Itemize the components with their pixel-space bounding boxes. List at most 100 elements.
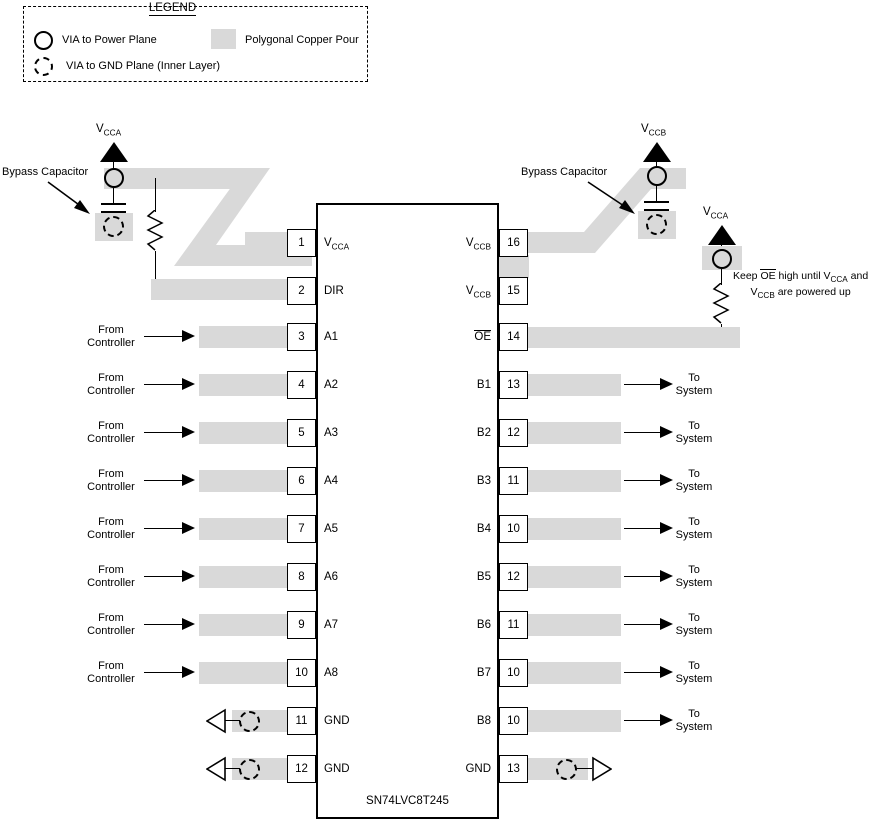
vcca-arrow-pullup (708, 225, 736, 245)
pin-number-box-right-11-B6: 11 (499, 611, 528, 639)
signal-line-B4 (624, 528, 664, 530)
via-gnd-plane-pin-11 (239, 711, 260, 732)
pin-number-box-right-10-B7: 10 (499, 659, 528, 687)
pin-number-box-left-5: 5 (287, 419, 316, 447)
ic-part-number: SN74LVC8T245 (366, 795, 449, 807)
bypass-capacitor-callout-left: Bypass Capacitor (2, 166, 89, 178)
pin-number-box-left-1: 1 (287, 229, 316, 257)
pin-label-left-V: VCCA (324, 237, 350, 252)
copper-pour-trace-B7 (528, 662, 621, 684)
pin-label-left-A2: A2 (324, 379, 339, 391)
copper-pour-trace-B2 (528, 422, 621, 444)
pin-label-left-GND: GND (324, 715, 350, 727)
dir-resistor-icon (146, 210, 164, 251)
cap-lead-top-right (656, 186, 658, 201)
signal-line-A3 (144, 432, 186, 434)
cap-lead-top-left (113, 188, 115, 203)
pin-number-box-right-12-B2: 12 (499, 419, 528, 447)
signal-line-B8 (624, 720, 664, 722)
via-power-plane-icon (34, 31, 53, 50)
signal-line-A5 (144, 528, 186, 530)
signal-arrow-A3 (182, 426, 195, 438)
pin-label-left-A3: A3 (324, 427, 339, 439)
pin-number-box-left-7: 7 (287, 515, 316, 543)
copper-pour-trace-B5 (528, 566, 621, 588)
bypass-callout-arrow-right (587, 181, 635, 214)
signal-arrow-A2 (182, 378, 195, 390)
pin-number-box-right-13-B1: 13 (499, 371, 528, 399)
io-label-to-system-B8: To System (675, 708, 713, 733)
pin-number-box-left-6: 6 (287, 467, 316, 495)
copper-pour-trace-B8 (528, 710, 621, 732)
signal-arrow-A7 (182, 618, 195, 630)
via-power-plane-vccb-right (647, 166, 667, 186)
copper-pour-trace-A4 (199, 470, 287, 492)
io-label-from-controller-A7: From Controller (87, 612, 135, 637)
gnd-open-arrow-left-11 (206, 708, 226, 734)
pin-label-left-A8: A8 (324, 667, 339, 679)
pin-number-box-left-11: 11 (287, 707, 316, 735)
signal-line-A7 (144, 624, 186, 626)
io-label-from-controller-A1: From Controller (87, 324, 135, 349)
signal-line-B2 (624, 432, 664, 434)
pin-label-right-GND: GND (465, 763, 491, 775)
pin-number-box-right-12-B5: 12 (499, 563, 528, 591)
pin-label-right-OE: OE (474, 329, 491, 343)
pin-number-box-left-12: 12 (287, 755, 316, 783)
legend-item-power-via-label: VIA to Power Plane (62, 34, 157, 46)
oe-note-line2: VCCB are powered up (750, 286, 851, 301)
io-label-from-controller-A2: From Controller (87, 372, 135, 397)
copper-pour-trace-A5 (199, 518, 287, 540)
pin-number-box-left-2: 2 (287, 277, 316, 305)
signal-line-A4 (144, 480, 186, 482)
pin-label-right-B1: B1 (476, 379, 491, 391)
bypass-callout-arrow-left (47, 181, 90, 214)
io-label-from-controller-A3: From Controller (87, 420, 135, 445)
pin-number-box-left-3: 3 (287, 323, 316, 351)
io-label-to-system-B7: To System (675, 660, 713, 685)
pin-label-left-A6: A6 (324, 571, 339, 583)
pin-number-box-right-16-V: 16 (499, 229, 528, 257)
pin-label-right-B2: B2 (476, 427, 491, 439)
signal-line-A1 (144, 336, 186, 338)
vcca-rail-label-pullup: VCCA (703, 206, 729, 221)
signal-line-A8 (144, 672, 186, 674)
io-label-from-controller-A5: From Controller (87, 516, 135, 541)
io-label-from-controller-A4: From Controller (87, 468, 135, 493)
signal-line-B5 (624, 576, 664, 578)
pin-number-box-right-11-B3: 11 (499, 467, 528, 495)
signal-arrow-A6 (182, 570, 195, 582)
gnd-open-arrow-right-13 (592, 756, 612, 782)
pin-label-left-DIR: DIR (324, 285, 344, 297)
signal-arrow-A5 (182, 522, 195, 534)
signal-arrow-A1 (182, 330, 195, 342)
io-label-to-system-B4: To System (675, 516, 713, 541)
copper-pour-trace-B6 (528, 614, 621, 636)
pin-label-right-B5: B5 (476, 571, 491, 583)
pin-label-left-A7: A7 (324, 619, 339, 631)
via-gnd-plane-pin-right-13 (556, 759, 577, 780)
copper-pour-trace-A1 (199, 326, 287, 348)
signal-line-B3 (624, 480, 664, 482)
pin-number-box-right-10-B4: 10 (499, 515, 528, 543)
copper-pour-oe-run (499, 327, 740, 348)
copper-pour-trace-B3 (528, 470, 621, 492)
copper-pour-trace-A6 (199, 566, 287, 588)
legend-item-copper-pour-label: Polygonal Copper Pour (245, 34, 359, 46)
pin-label-left-A5: A5 (324, 523, 339, 535)
bypass-capacitor-callout-right: Bypass Capacitor (521, 166, 608, 178)
pin-label-right-V: VCCB (465, 285, 491, 300)
signal-arrow-A4 (182, 474, 195, 486)
io-label-to-system-B5: To System (675, 564, 713, 589)
pin-label-left-A4: A4 (324, 475, 339, 487)
pin-number-box-left-9: 9 (287, 611, 316, 639)
signal-line-A6 (144, 576, 186, 578)
pin-number-box-right-13-GND: 13 (499, 755, 528, 783)
pin-label-right-B4: B4 (476, 523, 491, 535)
oe-power-sequence-note: Keep OE high until VCCA and VCCB are pow… (733, 269, 868, 302)
oe-pullup-resistor-icon (712, 283, 730, 324)
io-label-from-controller-A8: From Controller (87, 660, 135, 685)
pin-label-right-B7: B7 (476, 667, 491, 679)
pin-label-right-B8: B8 (476, 715, 491, 727)
copper-pour-trace-A8 (199, 662, 287, 684)
